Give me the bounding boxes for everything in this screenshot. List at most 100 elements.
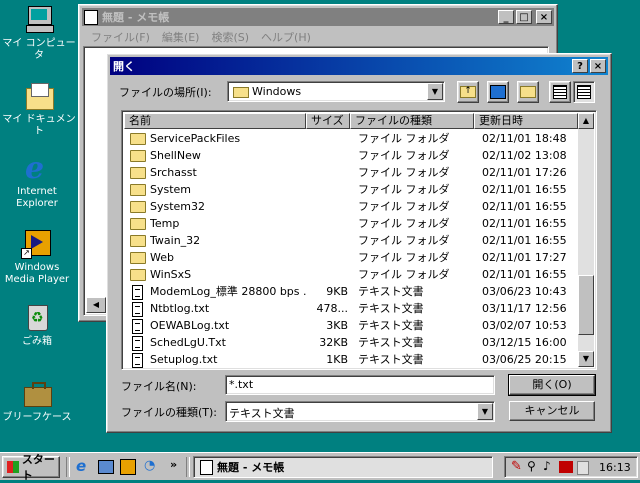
desktop-icon (490, 85, 506, 99)
file-type: テキスト文書 (358, 285, 424, 298)
menu-search[interactable]: 検索(S) (205, 27, 255, 45)
file-name: System (150, 183, 192, 196)
up-folder-button[interactable]: ↑ (457, 81, 479, 103)
file-type: ファイル フォルダ (358, 251, 450, 264)
file-modified: 02/11/01 17:27 (482, 251, 567, 264)
outlook-express-icon[interactable] (98, 460, 114, 474)
file-type: テキスト文書 (358, 336, 424, 349)
column-header-type[interactable]: ファイルの種類 (350, 113, 474, 129)
media-player-quicklaunch-icon[interactable] (120, 459, 136, 475)
help-button[interactable]: ? (572, 59, 588, 73)
file-row[interactable]: ServicePackFiles ファイル フォルダ 02/11/01 18:48 (124, 130, 578, 147)
tray-app-icon[interactable] (577, 461, 589, 475)
file-row[interactable]: WinSxS ファイル フォルダ 02/11/01 16:55 (124, 266, 578, 283)
desktop-icon-briefcase[interactable]: ブリーフケース (0, 378, 74, 424)
new-folder-button[interactable] (517, 81, 539, 103)
task-button-notepad[interactable]: 無題 - メモ帳 (193, 456, 493, 478)
menu-edit[interactable]: 編集(E) (156, 27, 206, 45)
new-folder-icon (520, 86, 536, 98)
desktop-icon-my-computer[interactable]: マイ コンピュータ (2, 4, 76, 62)
channel-icon[interactable]: ◔ (144, 459, 160, 475)
filetype-dropdown[interactable]: テキスト文書 ▼ (225, 401, 495, 422)
chevron-down-icon[interactable]: ▼ (477, 403, 493, 420)
desktop-icon-label: Windows Media Player (4, 262, 70, 285)
file-row[interactable]: OEWABLog.txt 3KB テキスト文書 03/02/07 10:53 (124, 317, 578, 334)
chevron-down-icon[interactable]: ▼ (427, 83, 443, 100)
file-size: 32KB (319, 336, 348, 349)
details-view-button[interactable] (573, 81, 595, 103)
recycle-bin-icon: ♻ (21, 302, 53, 334)
open-button[interactable]: 開く(O) (508, 374, 596, 396)
pen-icon[interactable]: ✎ (511, 459, 522, 474)
internet-explorer-icon: e (25, 151, 45, 186)
menu-help[interactable]: ヘルプ(H) (255, 27, 317, 45)
file-list[interactable]: 名前 サイズ ファイルの種類 更新日時 ServicePackFiles ファイル… (121, 110, 597, 370)
file-row[interactable]: Web ファイル フォルダ 02/11/01 17:27 (124, 249, 578, 266)
notepad-titlebar[interactable]: 無題 - メモ帳 _ □ × (82, 8, 554, 26)
file-modified: 03/06/23 10:43 (482, 285, 567, 298)
file-row[interactable]: Twain_32 ファイル フォルダ 02/11/01 16:55 (124, 232, 578, 249)
menu-file[interactable]: ファイル(F) (85, 27, 156, 45)
close-button[interactable]: × (536, 10, 552, 24)
file-row[interactable]: Setuplog.txt 1KB テキスト文書 03/06/25 20:15 (124, 351, 578, 368)
system-tray: ✎ ⚲ ♪ 16:13 (504, 456, 638, 478)
file-size: 9KB (326, 285, 348, 298)
ie-quicklaunch-icon[interactable]: e (76, 459, 92, 475)
file-name: ShellNew (150, 149, 201, 162)
file-modified: 03/11/17 12:56 (482, 302, 567, 315)
file-row[interactable]: System ファイル フォルダ 02/11/01 16:55 (124, 181, 578, 198)
file-modified: 02/11/01 17:26 (482, 166, 567, 179)
desktop-icon-my-documents[interactable]: マイ ドキュメント (2, 80, 76, 138)
file-row[interactable]: ModemLog_標準 28800 bps ... 9KB テキスト文書 03/06/… (124, 283, 578, 300)
filetype-value: テキスト文書 (229, 407, 295, 420)
file-row[interactable]: ShellNew ファイル フォルダ 02/11/02 13:08 (124, 147, 578, 164)
network-icon[interactable]: ⚲ (527, 459, 536, 473)
maximize-button[interactable]: □ (516, 10, 532, 24)
file-modified: 02/11/01 16:55 (482, 234, 567, 247)
folder-icon (130, 150, 146, 162)
filename-input[interactable]: *.txt (225, 375, 495, 395)
close-button[interactable]: × (590, 59, 606, 73)
file-modified: 02/11/01 18:48 (482, 132, 567, 145)
minimize-button[interactable]: _ (498, 10, 514, 24)
scroll-up-button[interactable]: ▲ (578, 113, 594, 129)
notepad-menubar: ファイル(F) 編集(E) 検索(S) ヘルプ(H) (85, 27, 317, 45)
desktop-button[interactable] (487, 81, 509, 103)
quicklaunch-chevron[interactable]: » (170, 458, 177, 471)
file-row[interactable]: Ntbtlog.txt 478... テキスト文書 03/11/17 12:56 (124, 300, 578, 317)
desktop-icon-internet-explorer[interactable]: e Internet Explorer (0, 152, 74, 210)
clock[interactable]: 16:13 (599, 461, 631, 474)
file-type: テキスト文書 (358, 319, 424, 332)
text-file-icon (132, 302, 143, 317)
dialog-titlebar[interactable]: 開く ? × (110, 57, 608, 75)
file-row[interactable]: Srchasst ファイル フォルダ 02/11/01 17:26 (124, 164, 578, 181)
text-file-icon (132, 285, 143, 300)
list-view-button[interactable] (549, 81, 571, 103)
folder-icon (130, 201, 146, 213)
look-in-dropdown[interactable]: Windows ▼ (227, 81, 445, 102)
file-row[interactable]: System32 ファイル フォルダ 02/11/01 16:55 (124, 198, 578, 215)
start-button[interactable]: スタート (2, 453, 60, 482)
scroll-thumb[interactable] (578, 275, 594, 335)
cancel-button[interactable]: キャンセル (509, 401, 595, 421)
notepad-hscrollbar[interactable]: ◀ (86, 297, 106, 313)
desktop-icon-media-player[interactable]: ↗ Windows Media Player (0, 228, 74, 286)
details-view-icon (577, 85, 591, 99)
file-name: Twain_32 (150, 234, 201, 247)
ati-icon[interactable] (559, 461, 573, 473)
open-dialog[interactable]: 開く ? × ファイルの場所(I): Windows ▼ ↑ 名前 サイズ ファ… (106, 53, 612, 433)
file-name: WinSxS (150, 268, 192, 281)
file-name: OEWABLog.txt (150, 319, 230, 332)
file-list-vscrollbar[interactable]: ▲ ▼ (578, 113, 594, 367)
column-header-modified[interactable]: 更新日時 (474, 113, 578, 129)
column-header-name[interactable]: 名前 (124, 113, 306, 129)
folder-icon (130, 184, 146, 196)
look-in-value: Windows (252, 85, 302, 98)
scroll-down-button[interactable]: ▼ (578, 351, 594, 367)
file-row[interactable]: Temp ファイル フォルダ 02/11/01 16:55 (124, 215, 578, 232)
file-row[interactable]: SchedLgU.Txt 32KB テキスト文書 03/12/15 16:00 (124, 334, 578, 351)
desktop-icon-recycle-bin[interactable]: ♻ ごみ箱 (0, 302, 74, 348)
folder-icon (130, 133, 146, 145)
volume-icon[interactable]: ♪ (543, 459, 551, 473)
column-header-size[interactable]: サイズ (306, 113, 350, 129)
